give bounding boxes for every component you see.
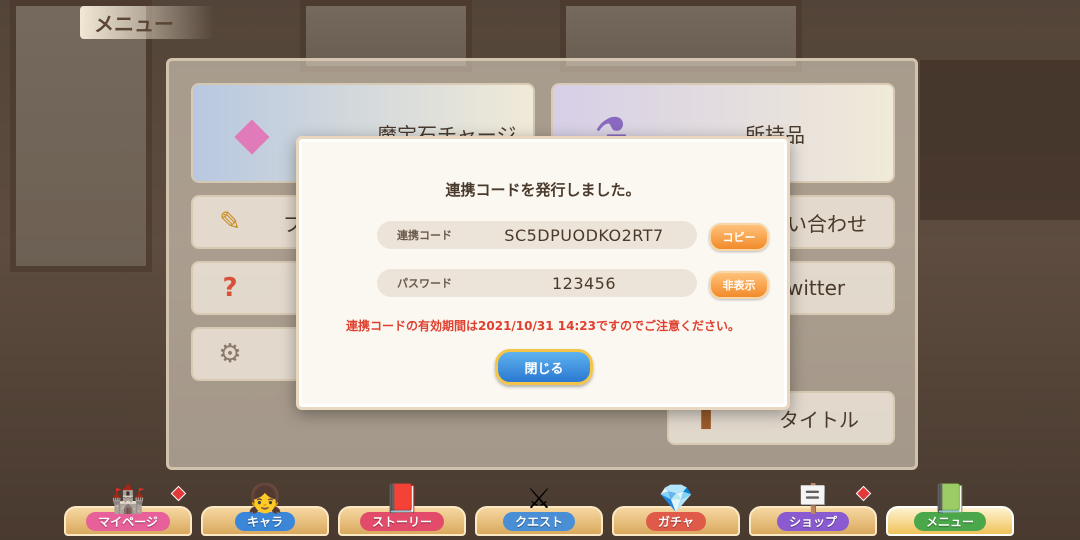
nav-quest[interactable]: ⚔ クエスト [475,482,603,536]
hide-password-button[interactable]: 非表示 [709,271,769,299]
question-icon: ? [222,273,238,303]
link-code-dialog: 連携コードを発行しました。 連携コード SC5DPUODKO2RT7 コピー パ… [296,136,790,410]
link-code-label: 連携コード [397,229,452,242]
close-button[interactable]: 閉じる [495,349,593,385]
password-label: パスワード [397,277,452,290]
gear-icon: ⚙ [218,339,242,369]
character-icon: 👧 [247,482,283,515]
nav-menu[interactable]: 📗 メニュー [886,482,1014,536]
notification-badge [855,485,872,502]
password-field: パスワード 123456 [377,269,697,297]
nav-story[interactable]: 📕 ストーリー [338,482,466,536]
menu-card-label: い合わせ [787,211,867,236]
nav-mypage[interactable]: 🏰 マイページ [64,482,192,536]
link-code-value: SC5DPUODKO2RT7 [504,225,664,245]
nav-character[interactable]: 👧 キャラ [201,482,329,536]
crossed-swords-icon: ⚔ [526,482,552,515]
notification-badge [170,485,187,502]
gem-icon: ◆ [234,106,270,160]
profile-icon: ✎ [219,207,241,237]
nav-gacha[interactable]: 💎 ガチャ [612,482,740,536]
dialog-title: 連携コードを発行しました。 [445,181,641,199]
menu-card-label: タイトル [779,407,859,432]
expiry-notice: 連携コードの有効期間は2021/10/31 14:23ですのでご注意ください。 [346,319,740,333]
shop-sign-icon: 🪧 [795,482,831,515]
menu-card-label: witter [787,276,846,300]
link-code-field: 連携コード SC5DPUODKO2RT7 [377,221,697,249]
book-icon: 📕 [384,482,420,515]
screen-title: メニュー [80,6,214,39]
nav-shop[interactable]: 🪧 ショップ [749,482,877,536]
gacha-gem-icon: 💎 [658,482,694,515]
copy-button[interactable]: コピー [709,223,769,251]
castle-icon: 🏰 [110,482,146,515]
menu-book-icon: 📗 [932,482,968,515]
password-value: 123456 [551,273,617,293]
